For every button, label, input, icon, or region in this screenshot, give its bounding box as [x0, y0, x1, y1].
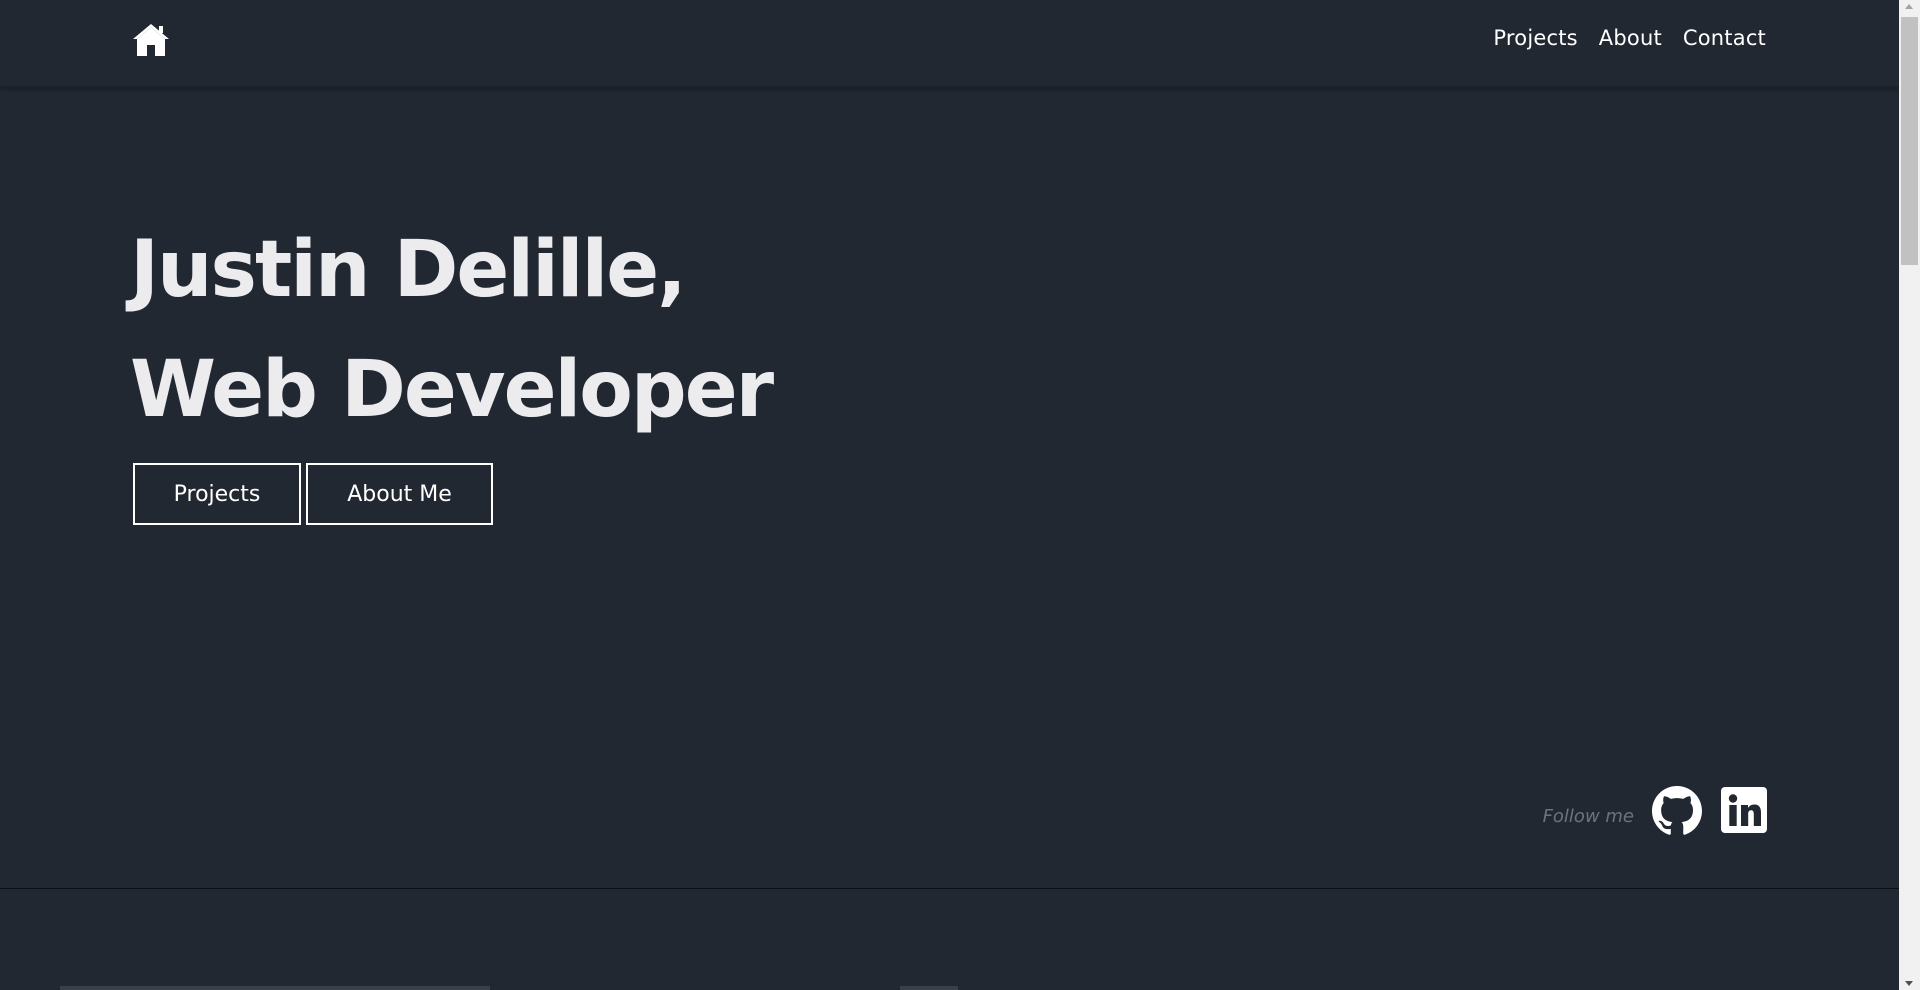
site-header: Projects About Contact: [0, 0, 1899, 88]
next-section-edge: [60, 986, 490, 990]
page: Projects About Contact Justin Delille, W…: [0, 0, 1899, 990]
nav-link-about[interactable]: About: [1599, 26, 1662, 50]
vertical-scrollbar[interactable]: [1899, 0, 1920, 990]
scroll-up-arrow-icon[interactable]: [1905, 4, 1913, 9]
hero-title-role: Web Developer: [130, 345, 774, 435]
section-divider: [0, 888, 1899, 889]
projects-button[interactable]: Projects: [133, 463, 301, 525]
nav-link-contact[interactable]: Contact: [1683, 26, 1766, 50]
home-icon[interactable]: [132, 23, 170, 57]
github-icon[interactable]: [1652, 786, 1702, 836]
main-nav: Projects About Contact: [1493, 26, 1766, 50]
scroll-down-arrow-icon[interactable]: [1905, 981, 1913, 986]
follow-me-label: Follow me: [1542, 806, 1634, 827]
next-section-edge: [900, 986, 958, 990]
hero-title: Justin Delille, Web Developer: [130, 210, 774, 450]
about-me-button[interactable]: About Me: [306, 463, 493, 525]
hero-title-name: Justin Delille,: [130, 225, 687, 315]
hero-buttons: Projects About Me: [133, 463, 493, 525]
linkedin-icon[interactable]: [1721, 787, 1767, 833]
scrollbar-thumb[interactable]: [1901, 17, 1918, 265]
nav-link-projects[interactable]: Projects: [1493, 26, 1577, 50]
